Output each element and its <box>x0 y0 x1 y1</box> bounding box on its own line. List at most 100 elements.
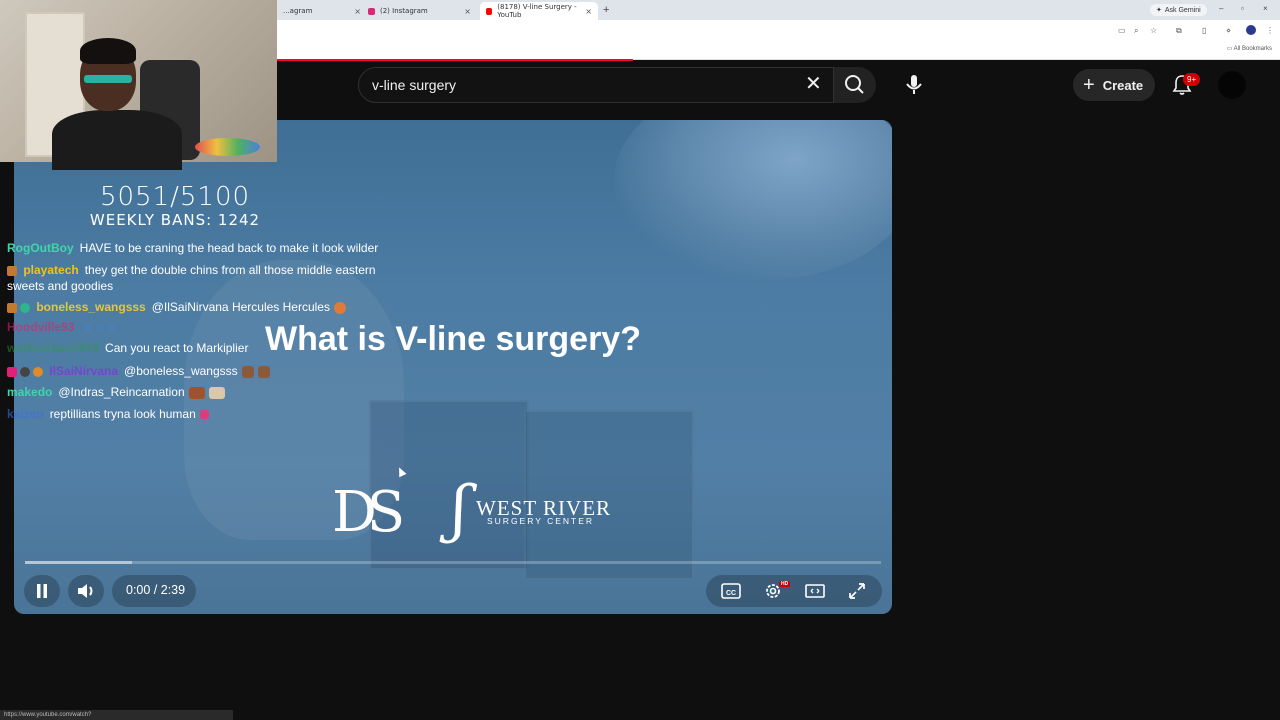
search-input[interactable]: v-line surgery <box>372 77 456 93</box>
player-controls: 0:00 / 2:39 CC HD <box>14 567 892 614</box>
chat-username: wetlovebami918 <box>7 341 100 355</box>
ds-logo: DS <box>332 480 405 545</box>
chat-message: boneless_wangsss @IlSaiNirvana Hercules H… <box>7 300 346 314</box>
west-river-logo-subtitle: SURGERY CENTER <box>487 516 595 526</box>
chat-badge-icon <box>20 366 30 377</box>
cast-icon[interactable]: ▭ <box>1118 26 1126 35</box>
west-river-logo-mark: ʃ <box>451 472 468 545</box>
chat-text: @Indras_Reincarnation <box>58 385 185 399</box>
profile-icon[interactable] <box>1246 25 1256 35</box>
subtitles-icon[interactable]: CC <box>720 580 742 602</box>
tab-youtube-active[interactable]: (8178) V-line Surgery - YouTub × <box>480 2 598 20</box>
sidebar-icon[interactable]: ▯ <box>1202 26 1206 35</box>
emote-icon <box>96 324 105 331</box>
account-avatar[interactable] <box>1218 71 1246 99</box>
chat-badge-icon <box>7 366 17 377</box>
voice-search-button[interactable] <box>896 67 932 103</box>
chat-message: RogOutBoy HAVE to be craning the head bac… <box>7 241 378 255</box>
plus-icon: + <box>1083 74 1095 96</box>
emote-icon <box>208 386 225 399</box>
volume-icon <box>78 584 93 598</box>
instagram-icon <box>368 7 375 15</box>
chat-message: kaizen reptillians tryna look human <box>7 407 209 421</box>
chat-username: RogOutBoy <box>7 241 74 255</box>
all-bookmarks-label: All Bookmarks <box>1233 46 1272 52</box>
create-button[interactable]: + Create <box>1073 69 1155 101</box>
microphone-icon <box>906 75 922 94</box>
webcam-glasses-shape <box>84 75 132 83</box>
streamer-webcam <box>0 0 277 170</box>
chat-username: kaizen <box>7 407 44 421</box>
folder-icon: ▭ <box>1226 46 1234 52</box>
clear-search-icon[interactable]: ✕ <box>805 74 822 94</box>
chat-text: HAVE to be craning the head back to make… <box>79 241 379 255</box>
ask-gemini-label: Ask Gemini <box>1164 6 1201 14</box>
search-button[interactable] <box>834 67 876 103</box>
status-bar-url: https://www.youtube.com/watch?v=Yky9yacq… <box>0 710 233 720</box>
chat-message: Hoodville93 <box>7 320 117 334</box>
ban-counter: 5051/5100 WEEKLY BANS: 1242 <box>60 182 290 228</box>
create-label: Create <box>1102 77 1144 93</box>
chat-message: playatech they get the double chins from … <box>7 263 376 277</box>
tab-instagram-1[interactable]: ...agram × <box>277 2 367 20</box>
mute-button[interactable] <box>68 575 104 607</box>
webcam-hair-shape <box>80 38 136 64</box>
extension-icon[interactable]: ⋄ <box>1226 26 1231 35</box>
chat-username: boneless_wangsss <box>36 300 146 314</box>
surgical-lamp-shape <box>614 120 892 280</box>
svg-text:CC: CC <box>726 590 736 597</box>
webcam-body-shape <box>52 110 182 170</box>
extensions-icon[interactable]: ⧉ <box>1176 26 1182 36</box>
fullscreen-icon[interactable] <box>846 580 868 602</box>
chat-text: @boneless_wangsss <box>124 364 238 378</box>
all-bookmarks-button[interactable]: ▭ All Bookmarks <box>1227 45 1272 52</box>
chat-message-continued: sweets and goodies <box>7 279 113 293</box>
emote-icon <box>108 324 117 331</box>
chat-message: wetlovebami918 Can you react to Markiplie… <box>7 341 248 355</box>
restore-icon[interactable]: ▫ <box>1241 4 1244 13</box>
webcam-toy-shape <box>195 138 260 156</box>
gemini-icon: ✦ <box>1156 7 1162 14</box>
chat-text: sweets and goodies <box>7 279 114 293</box>
menu-icon[interactable]: ⋮ <box>1266 26 1274 35</box>
ban-counter-main: 5051/5100 <box>99 182 251 212</box>
new-tab-button[interactable]: + <box>603 4 609 16</box>
tab-title: (2) Instagram <box>380 7 428 15</box>
chat-text: @IlSaiNirvana Hercules Hercules <box>151 300 330 314</box>
tab-title: ...agram <box>283 7 313 15</box>
chat-text: reptillians tryna look human <box>49 407 196 421</box>
pause-icon <box>37 584 47 598</box>
tab-instagram-2[interactable]: (2) Instagram × <box>362 2 477 20</box>
emote-icon <box>188 386 205 399</box>
close-icon[interactable]: × <box>464 7 471 16</box>
notification-count-badge: 9+ <box>1183 73 1201 86</box>
emote-icon <box>199 410 209 420</box>
chat-message: IlSaiNirvana @boneless_wangsss <box>7 364 270 378</box>
chat-badge-icon <box>7 265 17 276</box>
chat-badge-icon <box>33 366 43 377</box>
weekly-bans-label: WEEKLY BANS: 1242 <box>89 211 261 229</box>
window-close-icon[interactable]: × <box>1263 4 1268 13</box>
chat-text: Can you react to Markiplier <box>105 341 249 355</box>
hd-badge: HD <box>779 581 791 587</box>
star-icon[interactable]: ☆ <box>1150 26 1157 35</box>
emote-icon <box>257 365 270 378</box>
emote-icon <box>333 301 346 314</box>
pause-button[interactable] <box>24 575 60 607</box>
chat-text: they get the double chins from all those… <box>84 263 376 277</box>
theater-mode-icon[interactable] <box>804 580 826 602</box>
cabinet-shape <box>524 410 694 580</box>
minimize-icon[interactable]: – <box>1219 4 1223 13</box>
search-icon <box>845 75 864 94</box>
close-icon[interactable]: × <box>354 7 361 16</box>
progress-bar[interactable] <box>25 561 881 564</box>
close-icon[interactable]: × <box>585 7 592 16</box>
chat-badge-icon <box>7 302 17 313</box>
ask-gemini-button[interactable]: ✦ Ask Gemini <box>1150 4 1207 16</box>
chat-username: Hoodville93 <box>7 320 75 334</box>
emote-icon <box>84 324 93 331</box>
chat-username: playatech <box>23 263 79 277</box>
time-display: 0:00 / 2:39 <box>126 583 186 597</box>
zoom-icon[interactable]: ⌕ <box>1134 26 1138 36</box>
chat-badge-icon <box>20 302 30 313</box>
